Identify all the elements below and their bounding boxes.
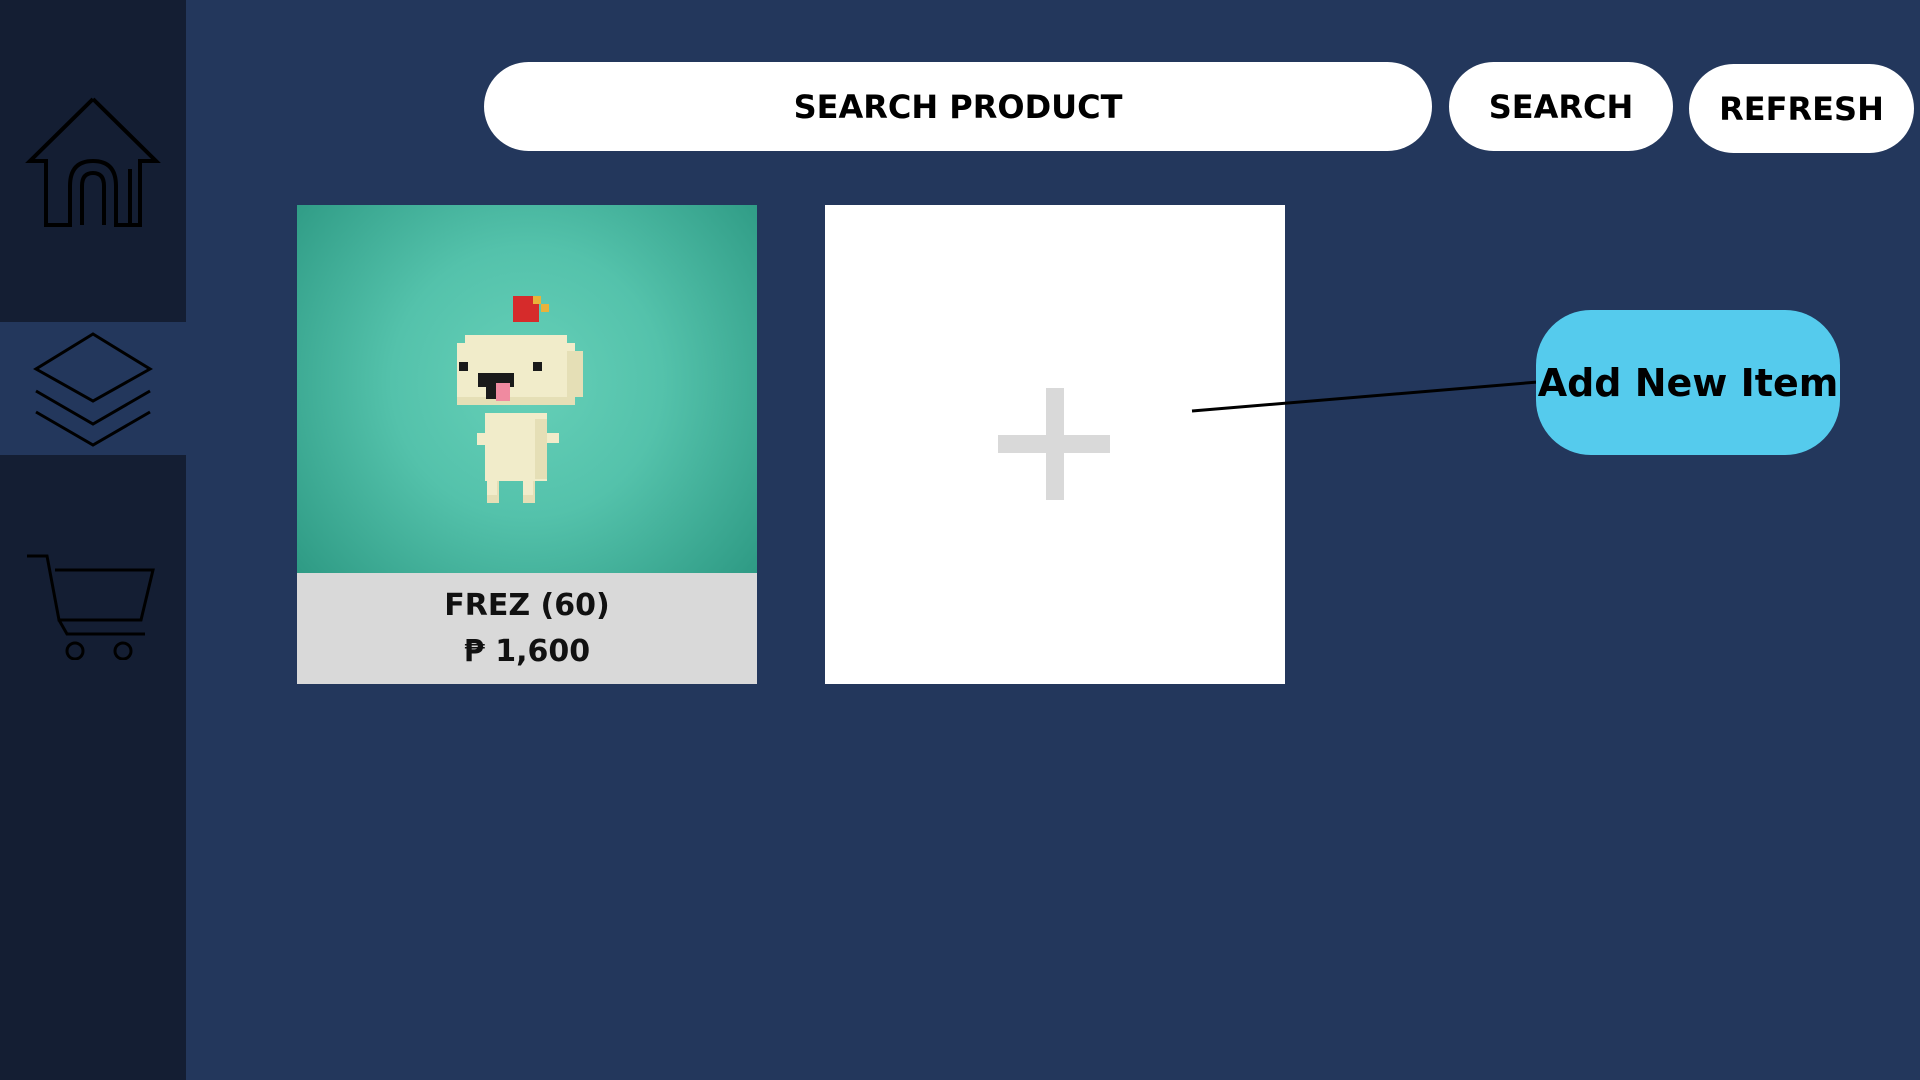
sidebar-item-cart[interactable]: [0, 540, 186, 670]
add-item-card[interactable]: [825, 205, 1285, 684]
sidebar-item-products[interactable]: [0, 322, 186, 455]
layers-icon: [33, 331, 153, 447]
search-placeholder: SEARCH PRODUCT: [793, 87, 1123, 126]
product-name: FREZ (60): [444, 587, 610, 623]
sidebar: [0, 0, 186, 1080]
refresh-button[interactable]: REFRESH: [1689, 64, 1914, 153]
product-info: FREZ (60) ₱ 1,600: [297, 573, 757, 684]
plus-icon: [998, 387, 1110, 500]
home-icon: [25, 97, 161, 227]
search-button[interactable]: SEARCH: [1449, 62, 1673, 151]
product-price: ₱ 1,600: [463, 633, 591, 669]
product-image: [297, 205, 757, 573]
sidebar-item-home[interactable]: [0, 0, 186, 321]
search-input[interactable]: SEARCH PRODUCT: [484, 62, 1432, 151]
pixel-character-image: [457, 296, 583, 503]
product-card[interactable]: FREZ (60) ₱ 1,600: [297, 205, 757, 684]
shopping-cart-icon: [27, 554, 155, 660]
add-new-item-callout[interactable]: Add New Item: [1536, 310, 1840, 455]
